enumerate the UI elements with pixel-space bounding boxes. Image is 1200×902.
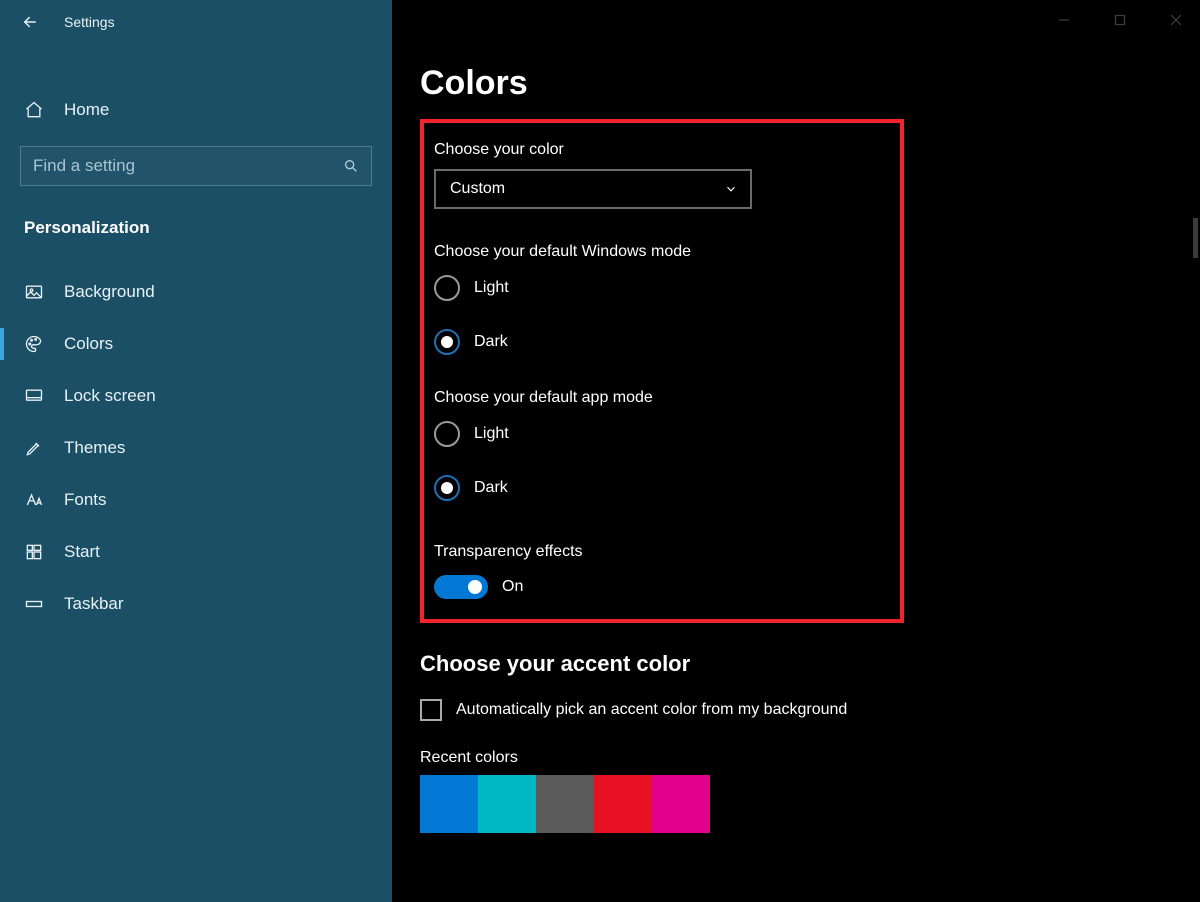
palette-icon xyxy=(24,334,44,354)
transparency-state: On xyxy=(502,578,523,596)
sidebar-item-colors[interactable]: Colors xyxy=(0,318,392,370)
scrollbar-thumb[interactable] xyxy=(1193,218,1198,258)
sidebar-item-start[interactable]: Start xyxy=(0,526,392,578)
radio-label: Light xyxy=(474,279,509,297)
radio-unchecked-icon xyxy=(434,275,460,301)
brush-icon xyxy=(24,438,44,458)
app-mode-dark-radio[interactable]: Dark xyxy=(434,475,882,501)
color-swatch[interactable] xyxy=(420,775,478,833)
sidebar-item-lock-screen[interactable]: Lock screen xyxy=(0,370,392,422)
recent-colors-row xyxy=(420,775,1200,833)
sidebar-item-label: Themes xyxy=(64,438,125,458)
radio-checked-icon xyxy=(434,329,460,355)
taskbar-icon xyxy=(24,594,44,614)
monitor-icon xyxy=(24,386,44,406)
settings-sidebar: Settings Home Personalization Backgro xyxy=(0,0,392,902)
annotation-highlight: Choose your color Custom Choose your def… xyxy=(420,119,904,623)
start-icon xyxy=(24,542,44,562)
choose-color-label: Choose your color xyxy=(434,141,882,159)
sidebar-item-label: Start xyxy=(64,542,100,562)
radio-checked-icon xyxy=(434,475,460,501)
windows-mode-dark-radio[interactable]: Dark xyxy=(434,329,882,355)
color-mode-value: Custom xyxy=(450,180,505,198)
windows-mode-light-radio[interactable]: Light xyxy=(434,275,882,301)
radio-label: Light xyxy=(474,425,509,443)
auto-accent-label: Automatically pick an accent color from … xyxy=(456,701,847,719)
sidebar-home-label: Home xyxy=(64,100,109,120)
window-controls xyxy=(1046,6,1194,34)
color-swatch[interactable] xyxy=(594,775,652,833)
color-swatch[interactable] xyxy=(536,775,594,833)
sidebar-item-themes[interactable]: Themes xyxy=(0,422,392,474)
back-arrow-icon[interactable] xyxy=(20,12,40,32)
transparency-label: Transparency effects xyxy=(434,543,882,561)
windows-mode-label: Choose your default Windows mode xyxy=(434,243,882,261)
content-pane: Colors Choose your color Custom Choose y… xyxy=(392,0,1200,902)
search-icon xyxy=(343,158,359,174)
maximize-button[interactable] xyxy=(1102,6,1138,34)
app-title: Settings xyxy=(64,14,115,30)
radio-label: Dark xyxy=(474,333,508,351)
radio-unchecked-icon xyxy=(434,421,460,447)
font-icon xyxy=(24,490,44,510)
home-icon xyxy=(24,100,44,120)
color-swatch[interactable] xyxy=(652,775,710,833)
search-input[interactable] xyxy=(33,156,335,176)
sidebar-item-background[interactable]: Background xyxy=(0,266,392,318)
sidebar-item-fonts[interactable]: Fonts xyxy=(0,474,392,526)
sidebar-item-label: Fonts xyxy=(64,490,107,510)
sidebar-item-label: Background xyxy=(64,282,155,302)
search-box[interactable] xyxy=(20,146,372,186)
titlebar: Settings xyxy=(0,8,392,44)
checkbox-unchecked-icon xyxy=(420,699,442,721)
minimize-button[interactable] xyxy=(1046,6,1082,34)
sidebar-item-label: Lock screen xyxy=(64,386,156,406)
recent-colors-label: Recent colors xyxy=(420,749,1200,767)
close-button[interactable] xyxy=(1158,6,1194,34)
app-mode-light-radio[interactable]: Light xyxy=(434,421,882,447)
auto-accent-checkbox-row[interactable]: Automatically pick an accent color from … xyxy=(420,699,1200,721)
picture-icon xyxy=(24,282,44,302)
app-mode-label: Choose your default app mode xyxy=(434,389,882,407)
search-wrap xyxy=(0,134,392,194)
chevron-down-icon xyxy=(724,182,738,196)
color-swatch[interactable] xyxy=(478,775,536,833)
sidebar-item-label: Colors xyxy=(64,334,113,354)
sidebar-section-title: Personalization xyxy=(0,194,392,248)
color-mode-dropdown[interactable]: Custom xyxy=(434,169,752,209)
accent-color-title: Choose your accent color xyxy=(420,651,1200,677)
sidebar-item-label: Taskbar xyxy=(64,594,124,614)
sidebar-item-taskbar[interactable]: Taskbar xyxy=(0,578,392,630)
radio-label: Dark xyxy=(474,479,508,497)
transparency-toggle[interactable] xyxy=(434,575,488,599)
sidebar-nav: Background Colors Lock screen Themes xyxy=(0,266,392,630)
sidebar-home[interactable]: Home xyxy=(0,86,392,134)
